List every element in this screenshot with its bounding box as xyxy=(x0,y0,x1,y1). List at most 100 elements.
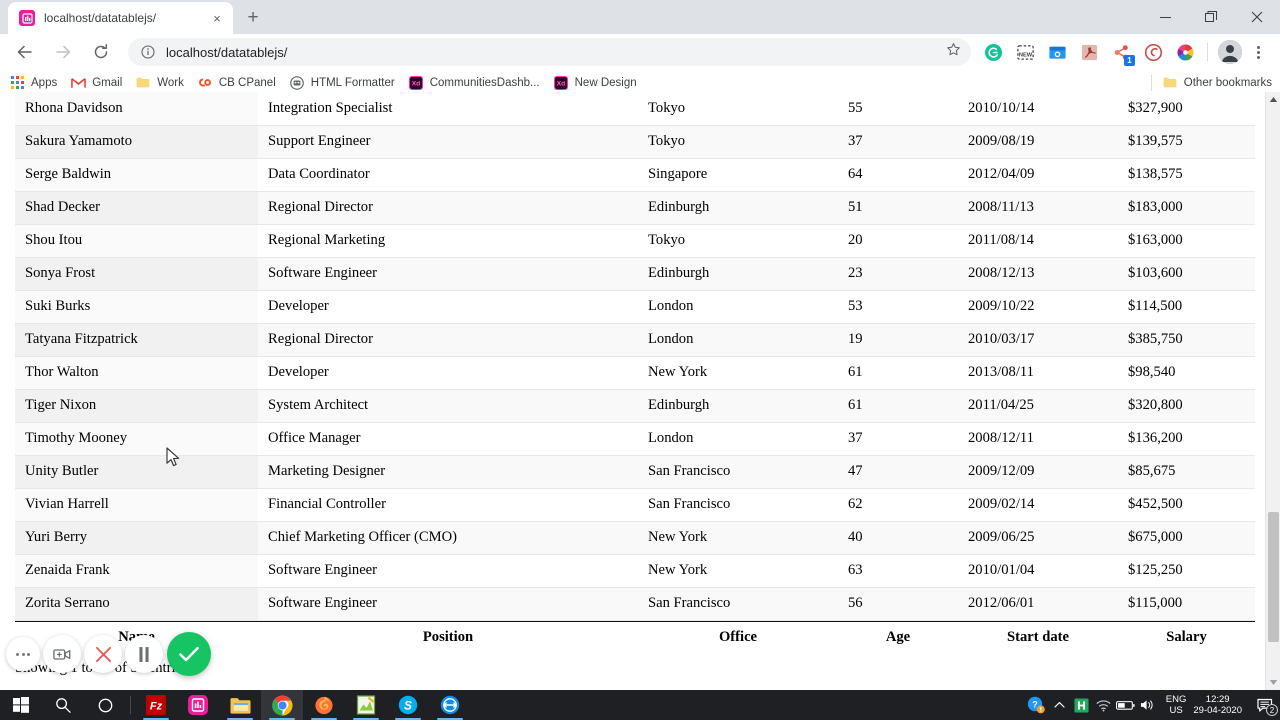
taskbar-app-notepadpp[interactable] xyxy=(345,690,387,720)
color-picker-extension-icon[interactable] xyxy=(1172,39,1198,65)
cell-start-date: 2009/02/14 xyxy=(958,488,1118,522)
other-bookmarks[interactable]: Other bookmarks xyxy=(1150,74,1272,91)
profile-avatar[interactable] xyxy=(1218,40,1242,64)
cell-position: Chief Marketing Officer (CMO) xyxy=(258,521,638,555)
camera-plus-icon xyxy=(53,648,71,660)
wifi-icon[interactable] xyxy=(1093,690,1115,720)
table-row[interactable]: Thor Walton Developer New York 61 2013/08/11… xyxy=(15,356,1255,390)
bookmark-new-design[interactable]: Xd New Design xyxy=(553,75,637,91)
table-body: Rhona Davidson Integration Specialist Toky… xyxy=(15,92,1255,621)
add-camera-button[interactable] xyxy=(43,635,81,673)
grammarly-extension-icon[interactable] xyxy=(980,39,1006,65)
taskbar-app-firefox[interactable] xyxy=(303,690,345,720)
table-row[interactable]: Tiger Nixon System Architect Edinburgh 61 20… xyxy=(15,389,1255,423)
cell-start-date: 2008/11/13 xyxy=(958,191,1118,225)
search-button[interactable] xyxy=(42,690,84,720)
cell-office: New York xyxy=(638,356,838,390)
pause-button[interactable] xyxy=(125,635,163,673)
table-row[interactable]: Shou Itou Regional Marketing Tokyo 20 2011/0… xyxy=(15,224,1255,258)
table-row[interactable]: Suki Burks Developer London 53 2009/10/22 $11… xyxy=(15,290,1255,324)
adobe-acrobat-extension-icon[interactable] xyxy=(1076,39,1102,65)
share-extension-icon[interactable]: 1 xyxy=(1108,39,1135,66)
table-row[interactable]: Serge Baldwin Data Coordinator Singapore 64… xyxy=(15,158,1255,192)
table-row[interactable]: Shad Decker Regional Director Edinburgh 51 2… xyxy=(15,191,1255,225)
bookmark-apps[interactable]: Apps xyxy=(9,75,57,91)
magenta-app-icon xyxy=(188,695,208,715)
speaker-icon[interactable] xyxy=(1137,690,1159,720)
scroll-up-arrow-icon[interactable] xyxy=(1266,92,1280,107)
maximize-button[interactable] xyxy=(1188,1,1234,33)
close-window-button[interactable] xyxy=(1234,1,1280,33)
table-row[interactable]: Rhona Davidson Integration Specialist Toky… xyxy=(15,92,1255,126)
cell-start-date: 2010/10/14 xyxy=(958,92,1118,126)
table-row[interactable]: Vivian Harrell Financial Controller San Fr… xyxy=(15,488,1255,522)
minimize-button[interactable] xyxy=(1142,1,1188,33)
bookmark-star-icon[interactable] xyxy=(946,42,961,62)
reload-button[interactable] xyxy=(87,38,115,66)
footer-col-office[interactable]: Office xyxy=(638,622,838,654)
taskbar-app-magenta[interactable] xyxy=(177,690,219,720)
help-warning-icon[interactable]: ? xyxy=(1023,690,1049,720)
more-options-button[interactable] xyxy=(6,637,40,671)
cell-position: Financial Controller xyxy=(258,488,638,522)
bookmark-communities-dashboard[interactable]: Xd CommunitiesDashb... xyxy=(408,75,540,91)
footer-col-start-date[interactable]: Start date xyxy=(958,622,1118,654)
browser-tab[interactable]: localhost/datatablejs/ × xyxy=(8,2,233,34)
green-app-icon[interactable] xyxy=(1071,690,1093,720)
bookmark-work[interactable]: Work xyxy=(135,75,184,91)
new-tab-button[interactable]: + xyxy=(239,4,267,32)
cell-office: Edinburgh xyxy=(638,389,838,423)
table-row[interactable]: Unity Butler Marketing Designer San Franci… xyxy=(15,455,1255,489)
taskbar-app-chrome[interactable] xyxy=(261,690,303,720)
evernote-extension-icon[interactable] xyxy=(1140,39,1166,65)
taskbar-app-filezilla[interactable]: Fz xyxy=(135,690,177,720)
site-info-icon[interactable] xyxy=(140,44,156,60)
table-row[interactable]: Timothy Mooney Office Manager London 37 2008… xyxy=(15,422,1255,456)
scroll-down-arrow-icon[interactable] xyxy=(1266,675,1280,690)
clock[interactable]: 12:29 29-04-2020 xyxy=(1193,694,1242,716)
forward-button[interactable] xyxy=(49,38,77,66)
table-row[interactable]: Zorita Serrano Software Engineer San Franc… xyxy=(15,587,1255,621)
page-scrollbar[interactable] xyxy=(1265,92,1280,690)
stop-button[interactable] xyxy=(84,635,122,673)
cell-age: 53 xyxy=(838,290,958,324)
cell-name: Thor Walton xyxy=(15,356,258,390)
extension-icons: NEW 1 xyxy=(977,39,1201,66)
confirm-button[interactable] xyxy=(167,632,211,676)
close-icon[interactable]: × xyxy=(209,10,225,26)
address-bar[interactable]: localhost/datatablejs/ xyxy=(128,38,971,66)
battery-icon[interactable] xyxy=(1115,690,1137,720)
language-indicator[interactable]: ENG US xyxy=(1166,694,1187,716)
table-row[interactable]: Sakura Yamamoto Support Engineer Tokyo 37 20… xyxy=(15,125,1255,159)
table-row[interactable]: Sonya Frost Software Engineer Edinburgh 23 2… xyxy=(15,257,1255,291)
table-row[interactable]: Yuri Berry Chief Marketing Officer (CMO) N… xyxy=(15,521,1255,555)
back-button[interactable] xyxy=(11,38,39,66)
checkmark-icon xyxy=(179,646,199,662)
bookmark-cb-cpanel[interactable]: CB CPanel xyxy=(197,75,276,91)
table-row[interactable]: Zenaida Frank Software Engineer New York 63… xyxy=(15,554,1255,588)
footer-col-salary[interactable]: Salary xyxy=(1118,622,1255,654)
chrome-icon xyxy=(271,695,292,715)
chrome-menu-button[interactable] xyxy=(1246,39,1270,65)
taskbar-app-explorer[interactable] xyxy=(219,690,261,720)
show-hidden-icons-button[interactable] xyxy=(1049,690,1071,720)
bookmark-html-formatter[interactable]: HTML Formatter xyxy=(289,75,395,91)
newsguard-extension-icon[interactable]: NEW xyxy=(1012,39,1038,65)
screen-capture-extension-icon[interactable] xyxy=(1044,39,1070,65)
footer-col-position[interactable]: Position xyxy=(258,622,638,654)
cell-salary: $385,750 xyxy=(1118,323,1255,357)
cell-salary: $139,575 xyxy=(1118,125,1255,159)
cell-position: Office Manager xyxy=(258,422,638,456)
footer-col-age[interactable]: Age xyxy=(838,622,958,654)
cell-age: 23 xyxy=(838,257,958,291)
bookmark-gmail[interactable]: Gmail xyxy=(70,75,122,91)
taskbar-app-teamviewer[interactable] xyxy=(429,690,471,720)
table-row[interactable]: Tatyana Fitzpatrick Regional Director Lond… xyxy=(15,323,1255,357)
browser-toolbar: localhost/datatablejs/ NEW 1 xyxy=(0,34,1280,70)
notifications-button[interactable]: 2 xyxy=(1250,690,1280,720)
taskbar-app-skype[interactable]: S xyxy=(387,690,429,720)
cortana-button[interactable] xyxy=(84,690,126,720)
scrollbar-thumb[interactable] xyxy=(1268,512,1279,642)
start-button[interactable] xyxy=(0,690,42,720)
cell-age: 61 xyxy=(838,356,958,390)
